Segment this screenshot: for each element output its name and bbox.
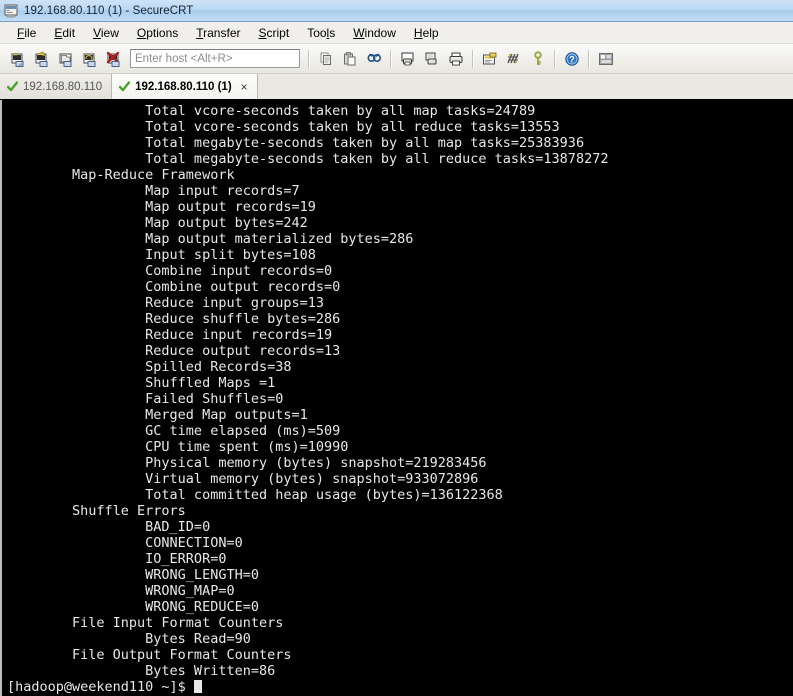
terminal-line: BAD_ID=0 bbox=[7, 519, 211, 535]
menu-file[interactable]: File bbox=[8, 24, 45, 42]
tab-session-1[interactable]: 192.168.80.110 (1) × bbox=[112, 74, 258, 99]
terminal-line: Total megabyte-seconds taken by all redu… bbox=[7, 151, 609, 167]
terminal-line: Reduce output records=13 bbox=[7, 343, 341, 359]
terminal-line: Combine output records=0 bbox=[7, 279, 341, 295]
paste-icon[interactable] bbox=[338, 47, 362, 71]
terminal-line: Spilled Records=38 bbox=[7, 359, 292, 375]
terminal-line: WRONG_MAP=0 bbox=[7, 583, 235, 599]
terminal-line: Map output bytes=242 bbox=[7, 215, 308, 231]
connected-check-icon bbox=[7, 81, 18, 92]
terminal-line: Combine input records=0 bbox=[7, 263, 333, 279]
terminal-line: Map input records=7 bbox=[7, 183, 300, 199]
shell-prompt: [hadoop@weekend110 ~]$ bbox=[7, 679, 194, 695]
securecrt-app-icon bbox=[4, 3, 19, 18]
terminal-pane[interactable]: Total vcore-seconds taken by all map tas… bbox=[0, 100, 793, 696]
terminal-prompt-line: [hadoop@weekend110 ~]$ bbox=[7, 679, 793, 695]
terminal-line: Bytes Written=86 bbox=[7, 663, 276, 679]
toolbar-separator bbox=[390, 49, 392, 68]
connected-check-icon bbox=[119, 81, 131, 92]
toolbar-separator bbox=[472, 49, 474, 68]
terminal-line: Virtual memory (bytes) snapshot=93307289… bbox=[7, 471, 479, 487]
terminal-line: IO_ERROR=0 bbox=[7, 551, 227, 567]
terminal-line: Total vcore-seconds taken by all reduce … bbox=[7, 119, 560, 135]
print-icon[interactable] bbox=[444, 47, 468, 71]
menu-script[interactable]: Script bbox=[250, 24, 299, 42]
toolbar-separator bbox=[308, 49, 310, 68]
tab-label: 192.168.80.110 bbox=[23, 80, 103, 93]
terminal-line: File Output Format Counters bbox=[7, 647, 292, 663]
toolbar: ab Enter host <Alt+R> ? bbox=[0, 44, 793, 74]
terminal-output: Total vcore-seconds taken by all map tas… bbox=[2, 100, 793, 695]
terminal-line: Bytes Read=90 bbox=[7, 631, 251, 647]
terminal-line: Map output materialized bytes=286 bbox=[7, 231, 414, 247]
new-session-icon[interactable]: ab bbox=[6, 47, 30, 71]
terminal-line: Shuffled Maps =1 bbox=[7, 375, 276, 391]
menu-help[interactable]: Help bbox=[405, 24, 448, 42]
menu-options[interactable]: Options bbox=[128, 24, 187, 42]
svg-text:ab: ab bbox=[13, 51, 18, 56]
menu-edit[interactable]: Edit bbox=[45, 24, 84, 42]
open-folder-icon[interactable] bbox=[54, 47, 78, 71]
terminal-line: GC time elapsed (ms)=509 bbox=[7, 423, 341, 439]
terminal-line: Total megabyte-seconds taken by all map … bbox=[7, 135, 585, 151]
title-bar: 192.168.80.110 (1) - SecureCRT bbox=[0, 0, 793, 22]
svg-text:?: ? bbox=[569, 54, 575, 64]
tab-bar: 192.168.80.110 192.168.80.110 (1) × bbox=[0, 74, 793, 100]
menu-view[interactable]: View bbox=[84, 24, 128, 42]
toolbar-separator bbox=[588, 49, 590, 68]
terminal-line: Map output records=19 bbox=[7, 199, 316, 215]
terminal-line: File Input Format Counters bbox=[7, 615, 284, 631]
key-icon[interactable] bbox=[526, 47, 550, 71]
menu-bar: File Edit View Options Transfer Script T… bbox=[0, 22, 793, 44]
terminal-line: CPU time spent (ms)=10990 bbox=[7, 439, 349, 455]
terminal-line: Merged Map outputs=1 bbox=[7, 407, 308, 423]
tab-label: 192.168.80.110 (1) bbox=[135, 80, 232, 93]
menu-tools[interactable]: Tools bbox=[298, 24, 344, 42]
toolbar-separator bbox=[554, 49, 556, 68]
session-options-icon[interactable] bbox=[478, 47, 502, 71]
terminal-line: Total vcore-seconds taken by all map tas… bbox=[7, 103, 536, 119]
connect-session-icon[interactable] bbox=[30, 47, 54, 71]
terminal-line: Reduce input groups=13 bbox=[7, 295, 324, 311]
terminal-line: Failed Shuffles=0 bbox=[7, 391, 284, 407]
tab-close-icon[interactable]: × bbox=[241, 81, 248, 93]
copy-icon[interactable] bbox=[314, 47, 338, 71]
securecrt-window: 192.168.80.110 (1) - SecureCRT File Edit… bbox=[0, 0, 793, 696]
terminal-line: Total committed heap usage (bytes)=13612… bbox=[7, 487, 503, 503]
terminal-line: Reduce shuffle bytes=286 bbox=[7, 311, 341, 327]
terminal-line: Input split bytes=108 bbox=[7, 247, 316, 263]
print-screen-icon[interactable] bbox=[396, 47, 420, 71]
find-icon[interactable] bbox=[362, 47, 386, 71]
menu-window[interactable]: Window bbox=[344, 24, 405, 42]
terminal-line: Physical memory (bytes) snapshot=2192834… bbox=[7, 455, 487, 471]
terminal-line: Reduce input records=19 bbox=[7, 327, 333, 343]
window-title: 192.168.80.110 (1) - SecureCRT bbox=[24, 4, 194, 17]
terminal-line: CONNECTION=0 bbox=[7, 535, 243, 551]
reconnect-icon[interactable] bbox=[78, 47, 102, 71]
global-options-icon[interactable] bbox=[502, 47, 526, 71]
menu-transfer[interactable]: Transfer bbox=[187, 24, 249, 42]
terminal-line: WRONG_LENGTH=0 bbox=[7, 567, 259, 583]
terminal-line: Map-Reduce Framework bbox=[7, 167, 235, 183]
terminal-line: Shuffle Errors bbox=[7, 503, 186, 519]
disconnect-icon[interactable] bbox=[102, 47, 126, 71]
terminal-cursor bbox=[193, 680, 202, 693]
log-session-icon[interactable] bbox=[420, 47, 444, 71]
host-input[interactable]: Enter host <Alt+R> bbox=[130, 49, 300, 68]
tab-session-0[interactable]: 192.168.80.110 bbox=[0, 74, 113, 99]
help-icon[interactable]: ? bbox=[560, 47, 584, 71]
terminal-line: WRONG_REDUCE=0 bbox=[7, 599, 259, 615]
arrange-icon[interactable] bbox=[594, 47, 618, 71]
